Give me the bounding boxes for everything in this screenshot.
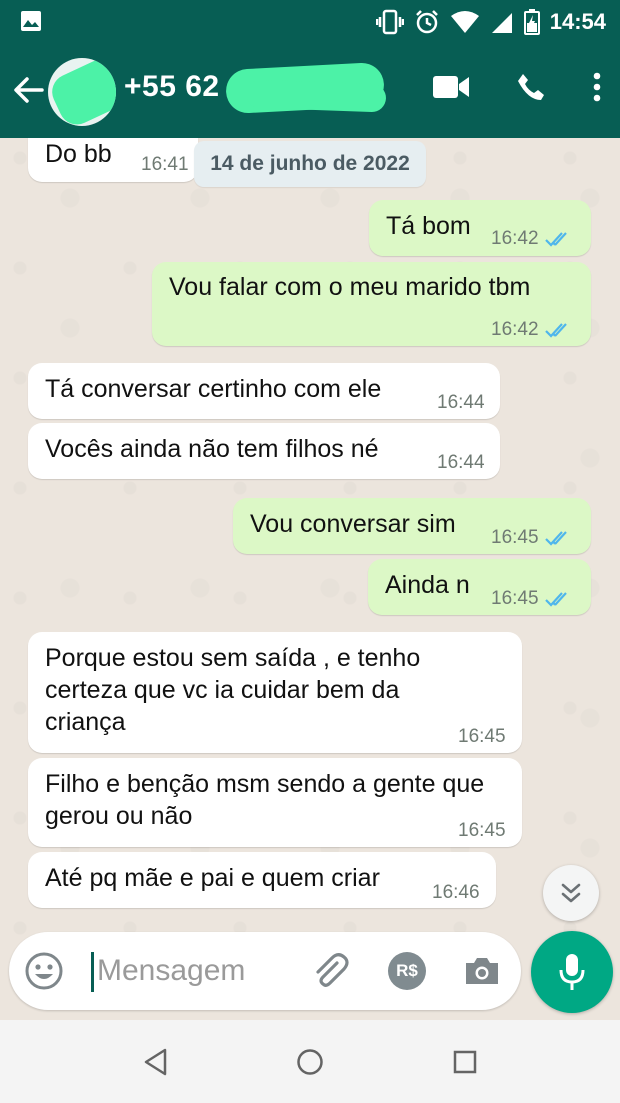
message-bubble-outgoing[interactable]: Ainda n 16:45 [368,559,591,615]
composer: R$ [9,932,521,1010]
status-bar: 14:54 [0,0,620,44]
attach-icon [316,953,349,987]
message-time: 16:45 [458,726,506,747]
payment-button[interactable]: R$ [388,952,426,990]
scroll-to-bottom-button[interactable] [543,865,599,921]
status-time: 14:54 [549,9,606,34]
more-options-button[interactable] [592,72,602,102]
message-bubble-outgoing[interactable]: Vou conversar sim 16:45 [233,498,591,554]
android-navigation-bar [0,1020,620,1103]
status-icons: 14:54 [375,7,606,37]
message-text: Tá conversar certinho com ele [45,375,382,403]
chat-header: +55 62 [0,44,620,138]
message-bubble-outgoing[interactable]: Vou falar com o meu marido tbm 16:42 [152,262,591,346]
nav-back-icon [144,1048,167,1076]
message-text: Filho e benção msm sendo a gente que ger… [45,770,485,830]
date-chip: 14 de junho de 2022 [194,141,426,187]
voice-call-button[interactable] [516,72,546,102]
back-arrow-icon [14,77,44,103]
message-text: Vou falar com o meu marido tbm [169,273,531,301]
camera-button[interactable] [461,950,503,992]
mic-icon [559,954,585,990]
message-input[interactable] [97,950,297,992]
image-notification-icon [20,10,42,32]
video-call-button[interactable] [432,74,470,100]
message-text: Vocês ainda não tem filhos né [45,435,379,463]
message-time: 16:44 [437,452,485,473]
message-bubble-incoming[interactable]: Tá conversar certinho com ele 16:44 [28,363,500,419]
read-ticks-icon [544,592,567,607]
message-text: Porque estou sem saída , e tenho certeza… [45,644,421,736]
phone-icon [518,74,544,100]
message-bubble-incoming[interactable]: Porque estou sem saída , e tenho certeza… [28,632,522,753]
message-bubble-incoming[interactable]: Filho e benção msm sendo a gente que ger… [28,758,522,847]
back-button[interactable] [10,72,46,108]
double-chevron-down-icon [561,883,581,903]
signal-icon [490,10,514,34]
message-time: 16:44 [437,392,485,413]
battery-icon [523,9,540,35]
avatar-redaction [48,58,116,126]
nav-home-button[interactable] [292,1044,328,1080]
message-text: Tá bom [386,212,471,240]
read-ticks-icon [544,323,567,338]
nav-home-icon [297,1049,323,1075]
message-time: 16:45 [491,583,573,615]
nav-back-button[interactable] [138,1044,174,1080]
read-ticks-icon [544,232,567,247]
emoji-icon [25,952,63,990]
message-bubble-incoming[interactable]: Vocês ainda não tem filhos né 16:44 [28,423,500,479]
message-list[interactable]: Do bb 16:41 14 de junho de 2022 Tá bom 1… [0,138,620,1020]
contact-name[interactable]: +55 62 [124,70,220,104]
message-time: 16:42 [491,314,573,346]
message-text: Ainda n [385,571,470,599]
message-bubble-incoming[interactable]: Até pq mãe e pai e quem criar 16:46 [28,852,496,908]
message-time: 16:45 [458,820,506,841]
read-ticks-icon [544,531,567,546]
message-text: Até pq mãe e pai e quem criar [45,864,380,892]
message-bubble-outgoing[interactable]: Tá bom 16:42 [369,200,591,256]
message-time: 16:45 [491,522,573,554]
message-text: Vou conversar sim [250,510,456,538]
alarm-icon [414,9,440,35]
message-time: 16:42 [491,223,573,255]
message-bubble-incoming[interactable]: Do bb 16:41 [28,138,198,182]
emoji-button[interactable] [23,950,65,992]
wifi-icon [450,10,480,34]
camera-icon [466,958,498,984]
nav-recents-icon [453,1050,477,1074]
message-time: 16:41 [141,154,189,175]
voice-message-button[interactable] [531,931,613,1013]
nav-recents-button[interactable] [447,1044,483,1080]
message-time: 16:46 [432,882,480,903]
message-text: Do bb [45,140,112,168]
vibrate-icon [375,9,404,35]
more-vert-icon [593,72,601,102]
name-redaction-2 [245,79,387,113]
text-caret [91,952,94,992]
attach-button[interactable] [309,950,351,992]
video-call-icon [433,76,469,98]
contact-avatar[interactable] [48,58,116,126]
